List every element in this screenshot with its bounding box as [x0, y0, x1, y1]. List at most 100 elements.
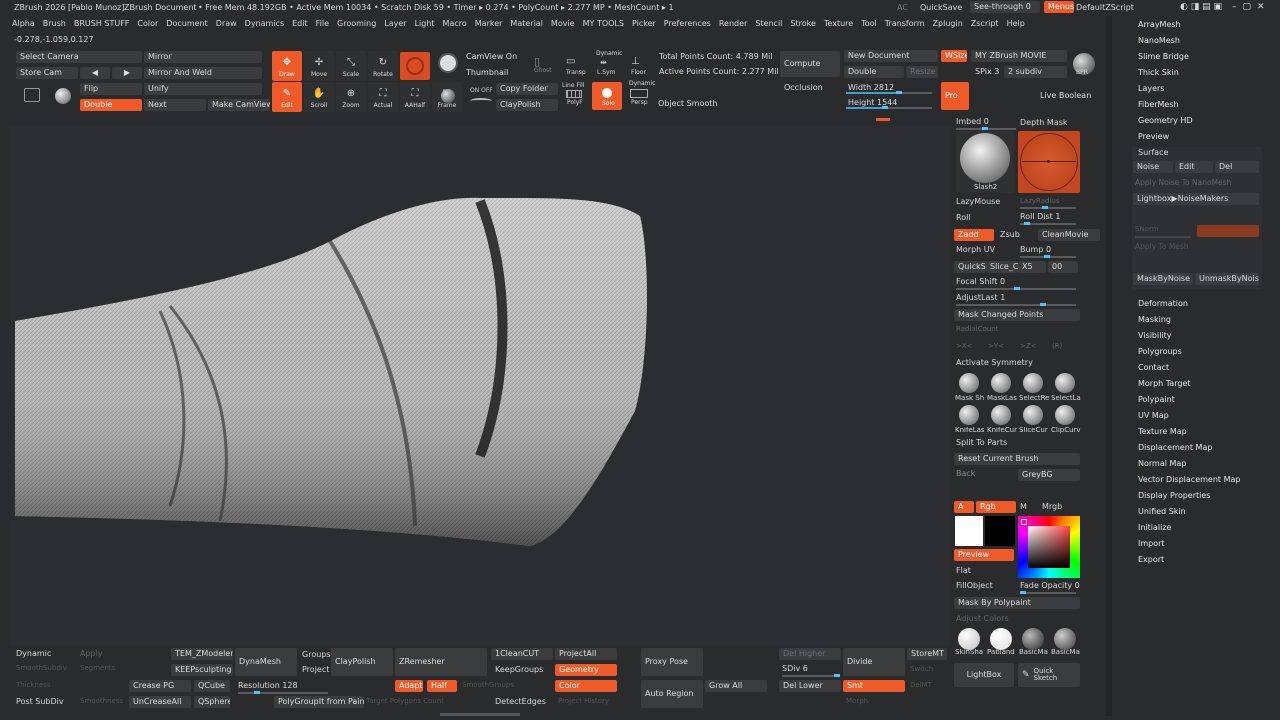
current-brush-thumbnail[interactable]: Slash2	[956, 131, 1014, 193]
scale-tool[interactable]: ⤡ Scale	[336, 51, 366, 81]
resolution-slider[interactable]: Resolution 128	[238, 682, 298, 690]
x5-button[interactable]: X5	[1018, 261, 1046, 273]
tool-menu-displacement-map[interactable]: Displacement Map	[1138, 443, 1212, 452]
menu-draw[interactable]: Draw	[216, 19, 237, 28]
lightbox-noisemakers-button[interactable]: Lightbox▶NoiseMakers	[1133, 193, 1259, 205]
main-color-swatch[interactable]	[955, 516, 983, 546]
icons1-brush-1[interactable]: MaskLas	[987, 372, 1017, 402]
persp-icon[interactable]	[630, 89, 648, 98]
polygroupit-from-paint-button[interactable]: PolyGroupIt from Paint	[274, 696, 364, 708]
actual-tool[interactable]: ⛶ Actual	[368, 82, 398, 112]
tool-menu-vector-displacement-map[interactable]: Vector Displacement Map	[1138, 475, 1240, 484]
mirror-button[interactable]: Mirror	[144, 51, 262, 63]
aahalf-tool[interactable]: ⛶ AAHalf	[400, 82, 430, 112]
preview-toggle[interactable]: Preview	[954, 549, 1014, 561]
menu-texture[interactable]: Texture	[824, 19, 853, 28]
menu-help[interactable]: Help	[1007, 19, 1025, 28]
uncreaseall-button[interactable]: UnCreaseAll	[129, 696, 191, 708]
detectedges-toggle[interactable]: DetectEdges	[491, 696, 553, 708]
tool-menu-contact[interactable]: Contact	[1138, 363, 1169, 372]
object-smooth-toggle[interactable]: Object Smooth	[654, 98, 724, 110]
window-controls[interactable]: –▢✕	[1232, 3, 1271, 12]
lazyradius-slider[interactable]: LazyRadius	[1020, 198, 1059, 205]
radialcount-slider[interactable]: RadialCount	[956, 326, 998, 333]
right-scroll-gutter[interactable]	[1106, 16, 1112, 716]
apply-noise-nanomesh-button[interactable]: Apply Noise To NanoMesh	[1135, 179, 1231, 187]
tool-menu-morph-target[interactable]: Morph Target	[1138, 379, 1191, 388]
adapt-toggle[interactable]: Adapt	[395, 680, 423, 692]
menu-preferences[interactable]: Preferences	[664, 19, 711, 28]
menu-document[interactable]: Document	[166, 19, 207, 28]
menu-light[interactable]: Light	[415, 19, 435, 28]
claypolish-button[interactable]: ClayPolish	[331, 648, 393, 676]
tool-menu-polypaint[interactable]: Polypaint	[1138, 395, 1175, 404]
draw-tool[interactable]: ✥ Draw	[272, 51, 302, 81]
del-higher-button[interactable]: Del Higher	[779, 648, 841, 660]
menu-my-tools[interactable]: MY TOOLS	[583, 19, 624, 28]
width-slider-track[interactable]	[846, 91, 932, 94]
tool-menu-arraymesh[interactable]: ArrayMesh	[1138, 20, 1181, 29]
tool-menu-import[interactable]: Import	[1138, 539, 1165, 548]
auto-region-button[interactable]: Auto Region	[641, 680, 703, 708]
tool-menu-texture-map[interactable]: Texture Map	[1138, 427, 1187, 436]
icons2-brush-2[interactable]: SliceCur	[1019, 404, 1049, 434]
back-label[interactable]: Back	[956, 470, 975, 478]
menu-render[interactable]: Render	[719, 19, 747, 28]
menu-brush-stuff[interactable]: BRUSH STUFF	[74, 19, 130, 28]
secondary-color-swatch[interactable]	[985, 516, 1015, 546]
resolution-track[interactable]	[238, 691, 328, 694]
ghost-icon[interactable]: ▯	[534, 56, 540, 67]
mask-by-polypaint-button[interactable]: Mask By Polypaint	[954, 597, 1080, 609]
mask-by-noise-button[interactable]: MaskByNoise	[1133, 273, 1193, 285]
alpha-a-toggle[interactable]: A	[954, 501, 974, 513]
next-camera-arrow[interactable]: ▶	[112, 67, 142, 79]
menu-tool[interactable]: Tool	[861, 19, 877, 28]
unify-button[interactable]: Unify	[144, 83, 262, 95]
imbed-track[interactable]	[956, 127, 1016, 130]
morph-slider[interactable]: Morph	[846, 698, 868, 705]
fade-opacity-track[interactable]	[1020, 591, 1076, 594]
sdiv-track[interactable]	[782, 674, 840, 677]
occlusion-toggle[interactable]: Occlusion	[780, 82, 840, 94]
compute-button[interactable]: Compute	[780, 51, 840, 77]
tool-menu-slime-bridge[interactable]: Slime Bridge	[1138, 52, 1189, 61]
icons2-brush-1[interactable]: KnifeCur	[987, 404, 1017, 434]
tool-menu-initialize[interactable]: Initialize	[1138, 523, 1171, 532]
activate-symmetry-button[interactable]: Activate Symmetry	[956, 359, 1033, 367]
tool-menu-visibility[interactable]: Visibility	[1138, 331, 1172, 340]
menu-dynamics[interactable]: Dynamics	[245, 19, 284, 28]
transp-icon[interactable]: ▭	[566, 57, 575, 67]
material-swatch-0[interactable]: SkinSha	[955, 627, 985, 659]
tool-menu-masking[interactable]: Masking	[1138, 315, 1171, 324]
roll-toggle[interactable]: Roll	[956, 214, 971, 222]
geometry-toggle[interactable]: Geometry	[555, 664, 617, 676]
zoom-tool[interactable]: ⊕ Zoom	[336, 82, 366, 112]
scroll-tool[interactable]: ✋ Scroll	[304, 82, 334, 112]
tool-menu-geometry-hd[interactable]: Geometry HD	[1138, 116, 1193, 125]
bump-track[interactable]	[1020, 255, 1076, 258]
copy-folder-button[interactable]: Copy Folder	[496, 83, 558, 95]
lightbox-button[interactable]: LightBox	[954, 663, 1014, 687]
smoothgroups-slider[interactable]: SmoothGroups	[462, 682, 514, 689]
adjustlast-slider[interactable]: AdjustLast 1	[956, 294, 1005, 302]
menu-stencil[interactable]: Stencil	[755, 19, 782, 28]
cleanmovie-button[interactable]: CleanMovie	[1038, 229, 1100, 241]
flat-toggle[interactable]: Flat	[956, 567, 971, 575]
tool-menu-nanomesh[interactable]: NanoMesh	[1138, 36, 1180, 45]
smoothsubdiv-slider[interactable]: SmoothSubdiv	[16, 665, 67, 672]
noise-button[interactable]: Noise	[1133, 161, 1173, 173]
default-zscript[interactable]: DefaultZScript	[1076, 4, 1134, 12]
tem-zmodeler-button[interactable]: TEM_ZModeler	[171, 648, 233, 660]
my-zbrush-movie-button[interactable]: MY ZBrush MOVIE	[971, 50, 1067, 62]
zero-field[interactable]: 00	[1048, 261, 1078, 273]
menu-zplugin[interactable]: Zplugin	[933, 19, 963, 28]
spix-slider[interactable]: SPix 3	[971, 66, 1003, 78]
menu-picker[interactable]: Picker	[632, 19, 656, 28]
rotate-tool[interactable]: ↻ Rotate	[368, 51, 398, 81]
menu-zscript[interactable]: Zscript	[971, 19, 999, 28]
divide-button[interactable]: Divide	[843, 648, 905, 676]
lock-icon[interactable]	[24, 88, 40, 102]
lazyradius-track[interactable]	[1020, 206, 1076, 209]
tool-menu-fibermesh[interactable]: FiberMesh	[1138, 100, 1179, 109]
double-doc-button[interactable]: Double	[844, 66, 904, 78]
